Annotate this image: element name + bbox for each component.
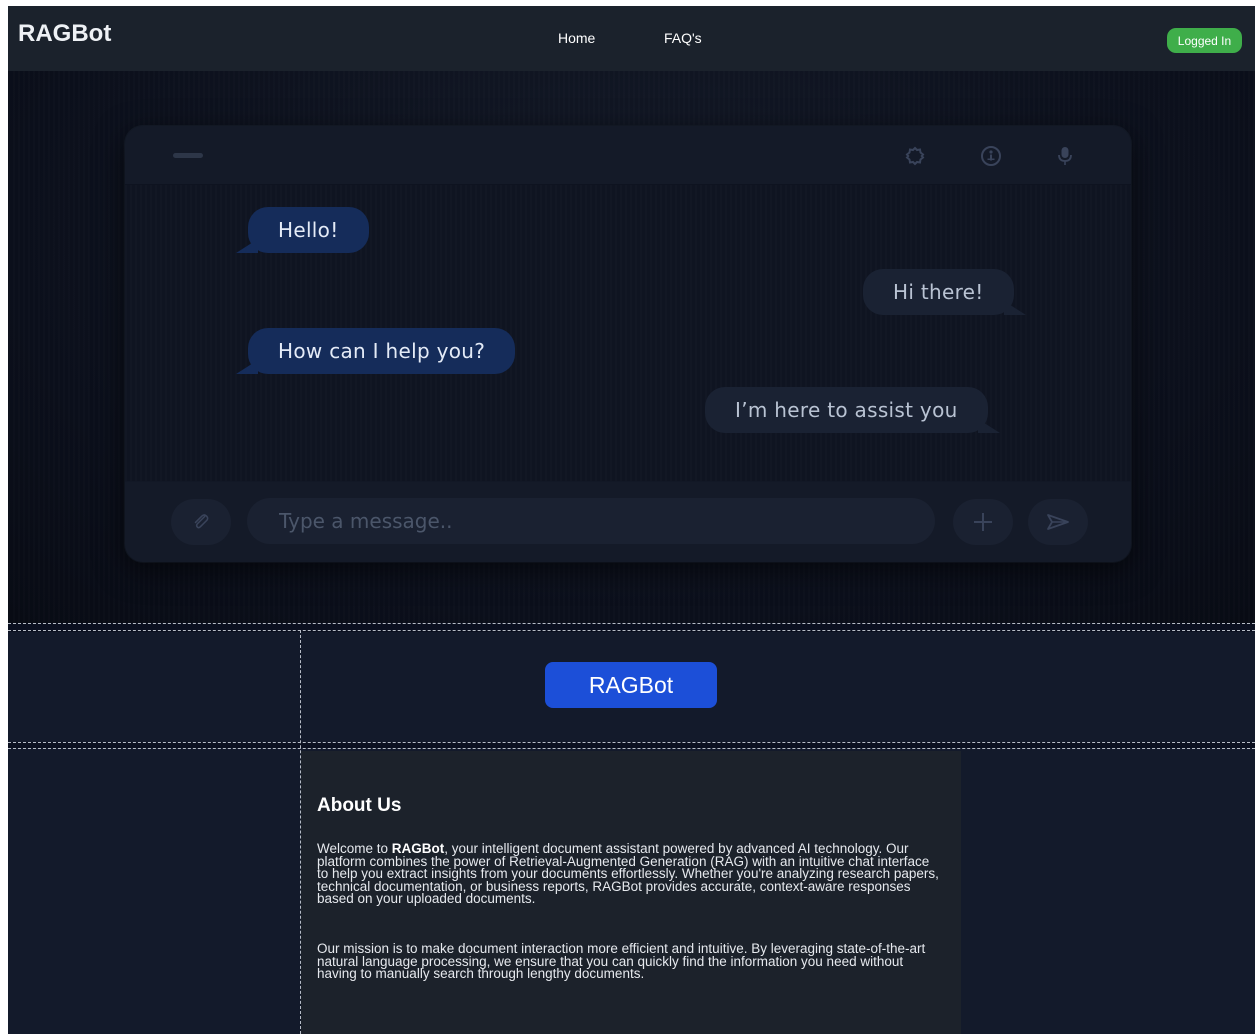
- top-navbar: RAGBot Home FAQ's Logged In: [8, 6, 1255, 71]
- about-paragraph-1: Welcome to RAGBot, your intelligent docu…: [317, 841, 939, 906]
- add-button[interactable]: [953, 499, 1013, 545]
- plus-icon: [974, 513, 992, 531]
- attach-button[interactable]: [171, 499, 231, 545]
- message-input[interactable]: [247, 498, 935, 544]
- about-us-title: About Us: [317, 795, 402, 816]
- page: RAGBot Home FAQ's Logged In Hello! Hi th…: [8, 6, 1255, 1034]
- microphone-icon[interactable]: [1053, 144, 1077, 168]
- paperclip-icon: [194, 514, 209, 529]
- message-bubble: How can I help you?: [235, 328, 516, 374]
- about-us-panel: About Us Welcome to RAGBot, your intelli…: [301, 751, 961, 1034]
- info-icon[interactable]: [979, 144, 1003, 168]
- nav-link-faqs[interactable]: FAQ's: [664, 30, 702, 46]
- chat-window: Hello! Hi there! How can I help you? I’m…: [125, 126, 1131, 562]
- brand-logo[interactable]: RAGBot: [18, 20, 111, 48]
- dashed-column-divider: [300, 630, 301, 1034]
- hero-section: Hello! Hi there! How can I help you? I’m…: [8, 71, 1255, 623]
- dashed-divider: [8, 742, 1255, 743]
- chat-input-bar: [125, 482, 1131, 562]
- dashed-divider: [8, 623, 1255, 624]
- dashed-divider: [8, 630, 1255, 631]
- chat-messages: Hello! Hi there! How can I help you? I’m…: [125, 185, 1131, 481]
- chat-header: [125, 126, 1131, 185]
- message-bubble: Hi there!: [863, 269, 1026, 315]
- message-bubble: I’m here to assist you: [705, 387, 1000, 433]
- send-icon: [1047, 514, 1069, 530]
- ragbot-button[interactable]: RAGBot: [545, 662, 717, 708]
- logged-in-button[interactable]: Logged In: [1167, 28, 1242, 53]
- about-paragraph-2: Our mission is to make document interact…: [317, 941, 926, 981]
- dashed-divider: [8, 748, 1255, 749]
- message-bubble: Hello!: [236, 207, 369, 253]
- settings-icon[interactable]: [903, 144, 927, 168]
- nav-link-home[interactable]: Home: [558, 30, 595, 46]
- send-button[interactable]: [1028, 499, 1088, 545]
- minimize-icon[interactable]: [173, 153, 203, 158]
